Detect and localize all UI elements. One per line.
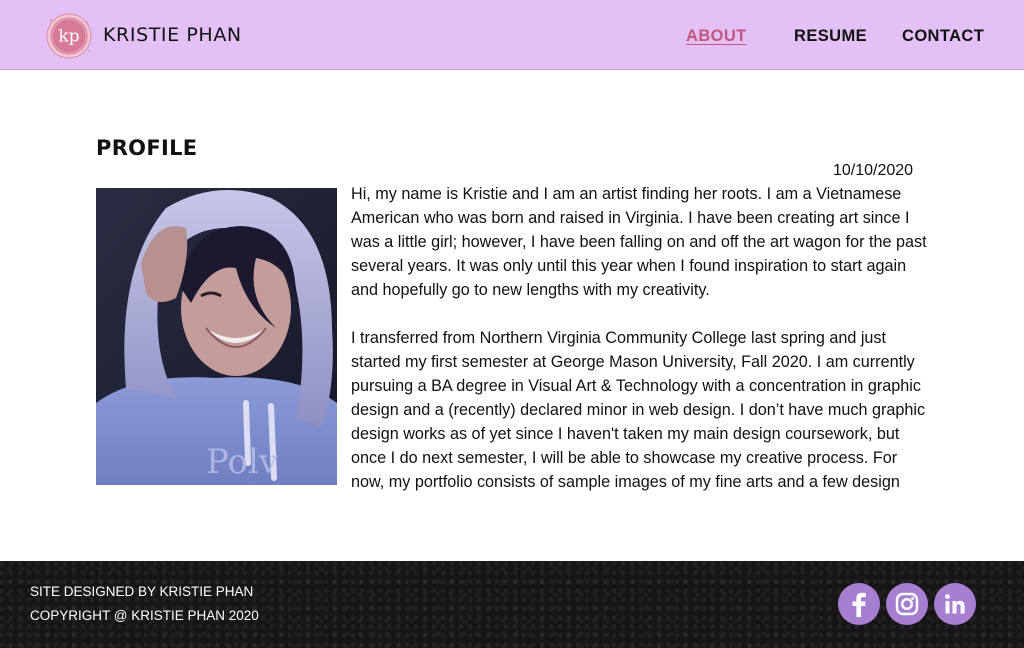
- instagram-button[interactable]: [886, 583, 928, 625]
- bio-text: Hi, my name is Kristie and I am an artis…: [351, 182, 931, 494]
- instagram-icon: [895, 592, 919, 616]
- linkedin-icon: [945, 594, 965, 614]
- facebook-icon: [852, 592, 866, 617]
- bio-paragraph: I transferred from Northern Virginia Com…: [351, 329, 926, 491]
- linkedin-button[interactable]: [934, 583, 976, 625]
- logo-initials: kp: [58, 27, 79, 47]
- nav-contact[interactable]: CONTACT: [902, 27, 984, 46]
- shirt-text: Polv: [206, 442, 279, 482]
- footer-copyright: COPYRIGHT @ KRISTIE PHAN 2020: [30, 608, 259, 623]
- site-footer: SITE DESIGNED BY KRISTIE PHAN COPYRIGHT …: [0, 561, 1024, 648]
- logo[interactable]: kp: [45, 13, 93, 59]
- profile-photo: Polv: [96, 188, 337, 485]
- footer-designed-by: SITE DESIGNED BY KRISTIE PHAN: [30, 584, 254, 599]
- nav-resume[interactable]: RESUME: [794, 27, 867, 46]
- nav-about[interactable]: ABOUT: [686, 27, 747, 46]
- page-title: PROFILE: [96, 136, 198, 160]
- post-date: 10/10/2020: [833, 162, 914, 179]
- site-header: kp KRISTIE PHAN ABOUT RESUME CONTACT: [0, 0, 1024, 70]
- brand-name[interactable]: KRISTIE PHAN: [103, 24, 242, 46]
- facebook-button[interactable]: [838, 583, 880, 625]
- bio-paragraph: Hi, my name is Kristie and I am an artis…: [351, 185, 927, 299]
